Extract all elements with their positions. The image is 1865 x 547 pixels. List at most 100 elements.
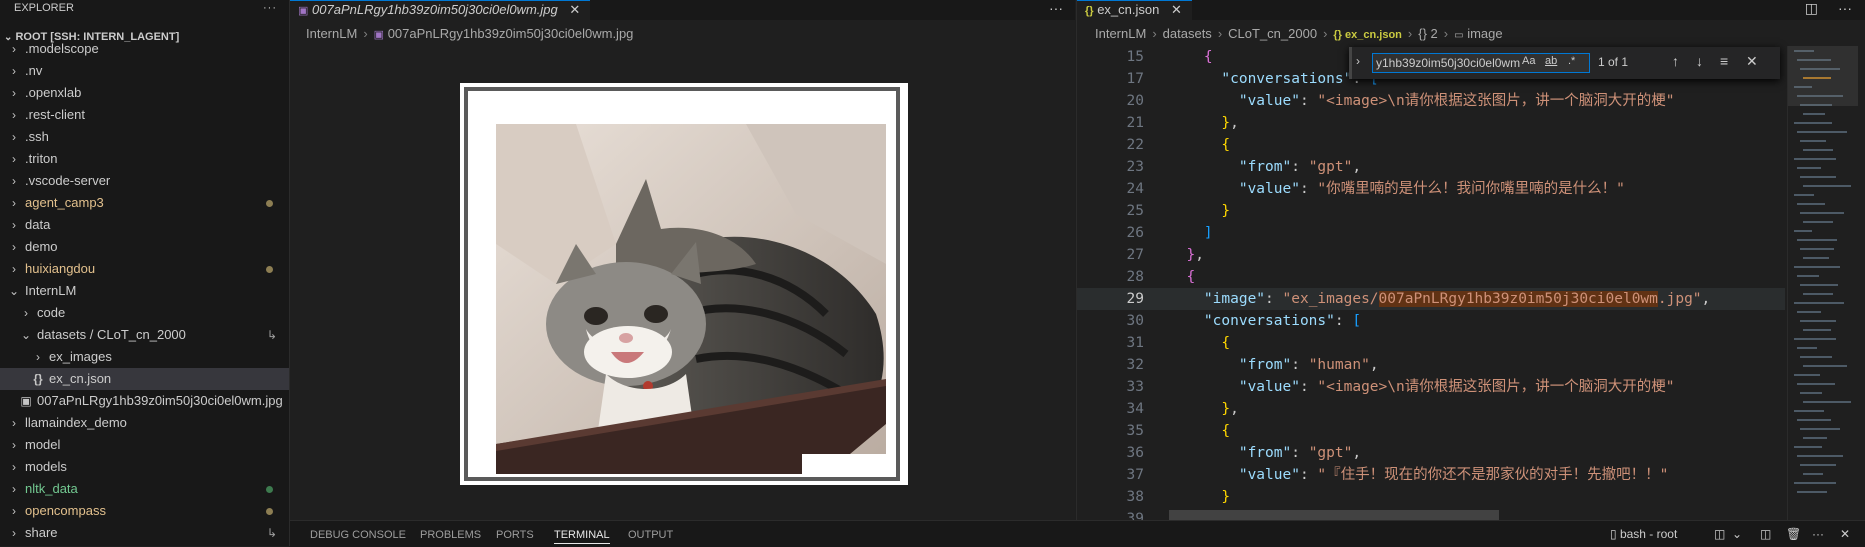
code-line[interactable]: 30 "conversations": [: [1077, 310, 1785, 332]
code-line[interactable]: 36 "from": "gpt",: [1077, 442, 1785, 464]
find-in-selection-icon[interactable]: ≡: [1720, 53, 1728, 69]
tree-item[interactable]: › nltk_data: [0, 478, 289, 500]
split-terminal-icon[interactable]: ◫: [1714, 526, 1725, 542]
tree-item[interactable]: › share ↳: [0, 522, 289, 544]
code-line[interactable]: 26 ]: [1077, 222, 1785, 244]
breadcrumb-item[interactable]: datasets: [1163, 26, 1212, 41]
code-line[interactable]: 24 "value": "你嘴里喃的是什么！我问你嘴里喃的是什么！": [1077, 178, 1785, 200]
code-token: {: [1169, 269, 1196, 285]
code-text: "from": "human",: [1169, 354, 1379, 376]
arrow-up-icon[interactable]: ↑: [1672, 53, 1679, 69]
breadcrumb-item[interactable]: CLoT_cn_2000: [1228, 26, 1317, 41]
whole-word-toggle[interactable]: ab: [1545, 55, 1558, 67]
tree-item[interactable]: › models: [0, 456, 289, 478]
chevron-right-icon[interactable]: ›: [1356, 54, 1360, 68]
close-icon[interactable]: ✕: [1840, 526, 1850, 542]
tree-item[interactable]: {} ex_cn.json: [0, 368, 289, 390]
close-icon[interactable]: ✕: [569, 2, 580, 17]
breadcrumb-item[interactable]: {} 2: [1418, 26, 1438, 41]
more-actions-icon[interactable]: ···: [263, 0, 289, 18]
tree-item[interactable]: › data: [0, 214, 289, 236]
minimap-line: [1800, 356, 1832, 358]
minimap-slider[interactable]: [1788, 46, 1858, 106]
minimap-line: [1803, 149, 1833, 151]
code-token: }: [1169, 247, 1196, 263]
tree-item[interactable]: ⌄ InternLM: [0, 280, 289, 302]
code-line[interactable]: 28 {: [1077, 266, 1785, 288]
breadcrumb-item[interactable]: InternLM: [306, 26, 357, 41]
code-line[interactable]: 27 },: [1077, 244, 1785, 266]
tree-item[interactable]: › code: [0, 302, 289, 324]
code-text: {: [1169, 46, 1213, 68]
code-line[interactable]: 21 },: [1077, 112, 1785, 134]
tree-item-label: llamaindex_demo: [25, 415, 127, 430]
tab-debug-console[interactable]: DEBUG CONSOLE: [310, 527, 406, 543]
tree-item[interactable]: › model: [0, 434, 289, 456]
regex-toggle[interactable]: .*: [1568, 55, 1576, 67]
tree-item[interactable]: › .nv: [0, 60, 289, 82]
chevron-down-icon[interactable]: ⌄: [1732, 526, 1742, 542]
code-line[interactable]: 25 }: [1077, 200, 1785, 222]
tab-ex-cn-json[interactable]: {} ex_cn.json ✕: [1077, 0, 1192, 20]
minimap-line: [1794, 266, 1840, 268]
close-icon[interactable]: ✕: [1746, 53, 1758, 70]
split-editor-icon[interactable]: ◫: [1760, 526, 1771, 542]
code-line[interactable]: 32 "from": "human",: [1077, 354, 1785, 376]
tree-item[interactable]: › ex_images: [0, 346, 289, 368]
explorer-sidebar: EXPLORER ··· ⌄ ROOT [SSH: INTERN_LAGENT]…: [0, 0, 290, 546]
code-token: }: [1221, 489, 1231, 505]
tab-image-preview[interactable]: ▣ 007aPnLRgy1hb39z0im50j30ci0el0wm.jpg ✕: [290, 0, 591, 20]
tree-item[interactable]: › demo: [0, 236, 289, 258]
tab-terminal[interactable]: TERMINAL: [554, 527, 610, 544]
code-token: }: [1221, 203, 1231, 219]
code-editor[interactable]: 15 {17 "conversations": [20 "value": "<i…: [1077, 46, 1785, 520]
code-line[interactable]: 34 },: [1077, 398, 1785, 420]
tree-item[interactable]: › .modelscope: [0, 38, 289, 60]
match-case-toggle[interactable]: Aa: [1522, 55, 1536, 67]
minimap-line: [1797, 203, 1825, 205]
breadcrumb-item[interactable]: {} ex_cn.json: [1333, 29, 1401, 41]
tree-item[interactable]: ⌄ datasets / CLoT_cn_2000 ↳: [0, 324, 289, 346]
minimap[interactable]: [1787, 46, 1858, 520]
code-line[interactable]: 20 "value": "<image>\n请你根据这张图片，讲一个脑洞大开的梗…: [1077, 90, 1785, 112]
tree-item-label: ex_cn.json: [49, 371, 112, 386]
tree-item[interactable]: › .vscode-server: [0, 170, 289, 192]
tab-ports[interactable]: PORTS: [496, 527, 534, 543]
tree-item[interactable]: › .triton: [0, 148, 289, 170]
find-input[interactable]: y1hb39z0im50j30ci0el0wm: [1372, 53, 1590, 73]
code-line[interactable]: 33 "value": "<image>\n请你根据这张图片，讲一个脑洞大开的梗…: [1077, 376, 1785, 398]
tree-item[interactable]: › agent_camp3: [0, 192, 289, 214]
tree-item[interactable]: ▣ 007aPnLRgy1hb39z0im50j30ci0el0wm.jpg: [0, 390, 289, 412]
code-line[interactable]: 35 {: [1077, 420, 1785, 442]
code-line[interactable]: 38 }: [1077, 486, 1785, 508]
tab-problems[interactable]: PROBLEMS: [420, 527, 481, 543]
trash-icon[interactable]: 🗑: [1786, 526, 1801, 542]
horizontal-scrollbar[interactable]: [1169, 510, 1499, 520]
code-text: "value": "『住手！现在的你还不是那家伙的对手！先撤吧！！": [1169, 464, 1669, 486]
tab-output[interactable]: OUTPUT: [628, 527, 673, 543]
close-icon[interactable]: ✕: [1171, 2, 1182, 17]
tree-item[interactable]: › llamaindex_demo: [0, 412, 289, 434]
more-actions-icon[interactable]: ···: [1812, 526, 1824, 542]
terminal-selector[interactable]: ▯ bash - root: [1610, 526, 1677, 542]
split-editor-icon[interactable]: ◫: [1805, 0, 1818, 20]
breadcrumb-item[interactable]: InternLM: [1095, 26, 1146, 41]
tree-item[interactable]: › .ssh: [0, 126, 289, 148]
code-line[interactable]: 23 "from": "gpt",: [1077, 156, 1785, 178]
tree-item[interactable]: › huixiangdou: [0, 258, 289, 280]
chevron-right-icon: ›: [12, 86, 16, 100]
code-line[interactable]: 22 {: [1077, 134, 1785, 156]
tree-item[interactable]: › .rest-client: [0, 104, 289, 126]
symlink-icon: ↳: [266, 328, 277, 342]
code-line[interactable]: 29 "image": "ex_images/007aPnLRgy1hb39z0…: [1077, 288, 1785, 310]
breadcrumb-item[interactable]: 007aPnLRgy1hb39z0im50j30ci0el0wm.jpg: [388, 26, 634, 41]
more-actions-icon[interactable]: ···: [1838, 0, 1852, 20]
code-line[interactable]: 31 {: [1077, 332, 1785, 354]
arrow-down-icon[interactable]: ↓: [1696, 53, 1703, 69]
code-line[interactable]: 37 "value": "『住手！现在的你还不是那家伙的对手！先撤吧！！": [1077, 464, 1785, 486]
tree-item[interactable]: › .openxlab: [0, 82, 289, 104]
breadcrumb-item[interactable]: image: [1467, 26, 1502, 41]
more-actions-icon[interactable]: ···: [1049, 0, 1063, 20]
tree-item[interactable]: › opencompass: [0, 500, 289, 522]
